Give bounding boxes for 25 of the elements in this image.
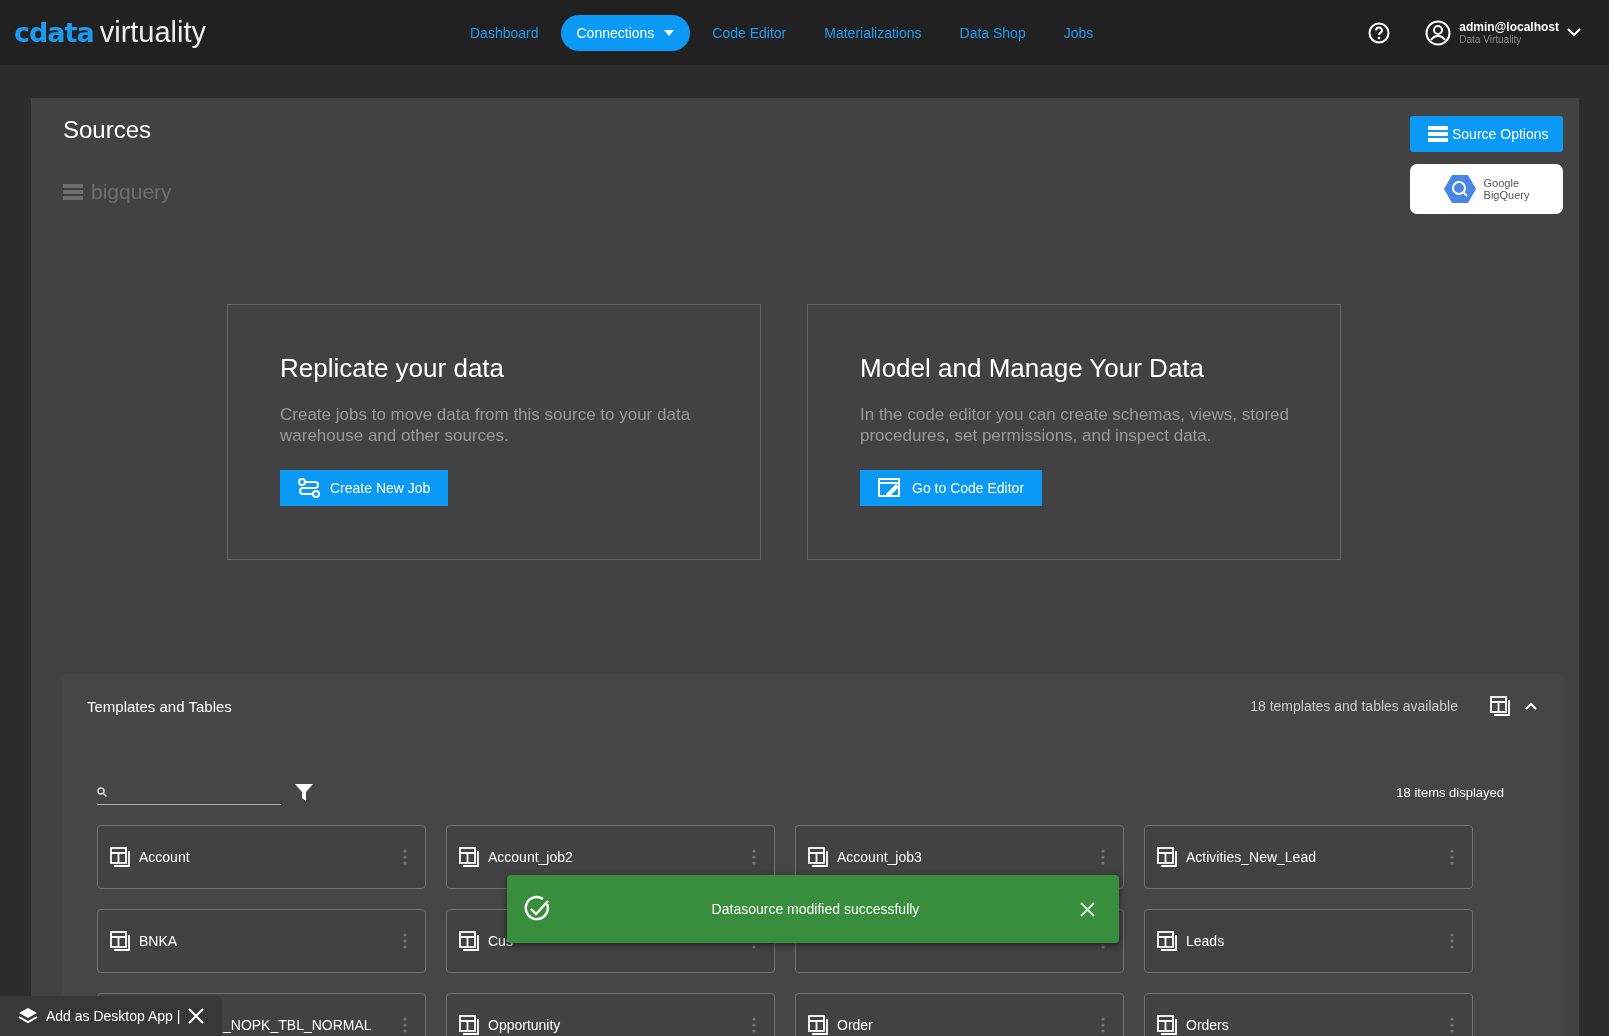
- card-description: Create jobs to move data from this source to your data warehouse and other sources.: [280, 404, 692, 446]
- table-name: Leads: [1186, 933, 1225, 949]
- displayed-count: 18 items displayed: [1396, 784, 1504, 800]
- section-title: Templates and Tables: [87, 697, 233, 715]
- card-title: Replicate your data: [280, 353, 506, 384]
- logo-product-text: virtuality: [99, 16, 207, 49]
- table-name: Opportunity: [488, 1017, 561, 1033]
- logo-brand-text: cdata: [14, 17, 94, 48]
- toast-message: Datasource modified successfully: [710, 901, 921, 917]
- card-title: Model and Manage Your Data: [860, 353, 1206, 384]
- card-description: In the code editor you can create schemas, views, stored procedures, set permissions, and inspect data.: [860, 404, 1290, 446]
- table-name: Order: [837, 1017, 873, 1033]
- organization-name: Data Virtuality: [1459, 34, 1523, 45]
- user-name: admin@localhost: [1459, 20, 1559, 34]
- table-name: Account: [139, 849, 190, 865]
- connector-name: BigQuery: [1483, 189, 1530, 201]
- available-count: 18 templates and tables available: [1250, 698, 1458, 714]
- table-name: Account_job2: [488, 849, 573, 865]
- page-title: Sources: [63, 116, 153, 144]
- table-name: Account_job3: [837, 849, 922, 865]
- table-name: _NOPK_TBL_NORMAL: [223, 1017, 372, 1033]
- table-name: Activities_New_Lead: [1186, 849, 1316, 865]
- connector-name: Google: [1483, 177, 1521, 189]
- table-name: BNKA: [139, 933, 178, 949]
- table-name: Orders: [1186, 1017, 1229, 1033]
